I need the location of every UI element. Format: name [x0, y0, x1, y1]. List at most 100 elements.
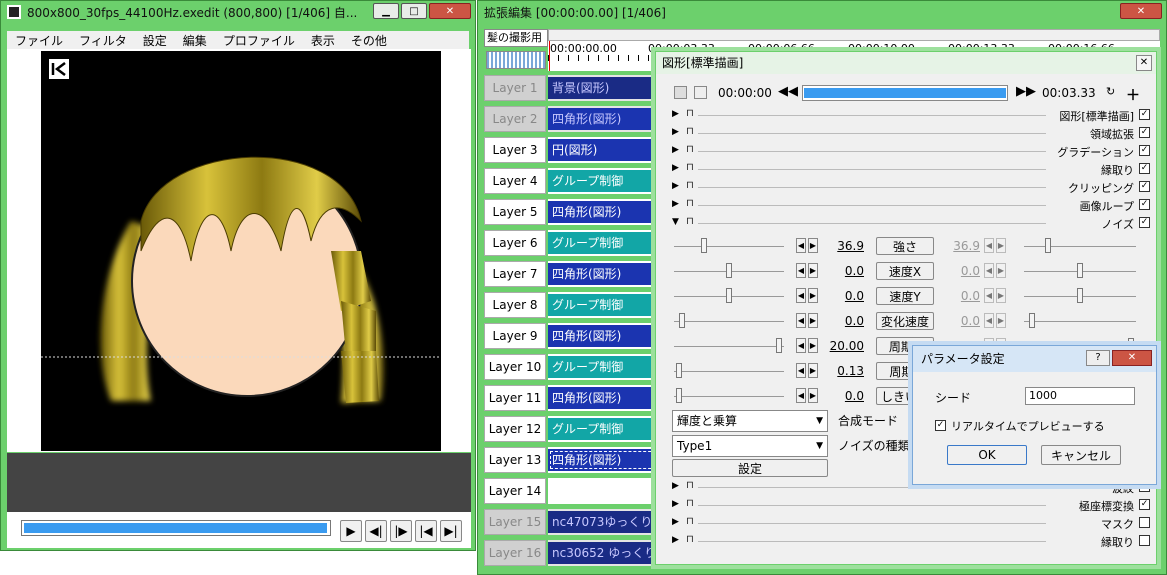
layer-label[interactable]: Layer 13	[484, 447, 546, 473]
layer-label[interactable]: Layer 7	[484, 261, 546, 287]
timeline-hscroll[interactable]	[548, 29, 1160, 41]
filter-enable-checkbox[interactable]: ✓	[1139, 109, 1150, 120]
timeline-clip[interactable]: 四角形(図形)	[548, 201, 658, 223]
param-value-right[interactable]: 36.9	[940, 239, 980, 253]
expand-right-icon[interactable]: ▶	[672, 127, 679, 137]
param-increment-button[interactable]: ▶	[808, 363, 818, 378]
preview-canvas[interactable]	[41, 51, 441, 451]
expand-right-icon[interactable]: ▶	[672, 163, 679, 173]
param-decrement-button-right[interactable]: ◀	[984, 313, 994, 328]
param-increment-button-right[interactable]: ▶	[996, 288, 1006, 303]
settings-titlebar[interactable]: 図形[標準描画] ✕	[656, 52, 1156, 74]
layer-label[interactable]: Layer 8	[484, 292, 546, 318]
go-start-button[interactable]: |◀	[415, 520, 437, 542]
timeline-clip[interactable]: グループ制御	[548, 170, 658, 192]
close-button[interactable]: ✕	[429, 3, 471, 19]
param-value-left[interactable]: 0.0	[824, 389, 864, 403]
expand-right-icon[interactable]: ▶	[672, 181, 679, 191]
param-decrement-button[interactable]: ◀	[796, 263, 806, 278]
timeline-close-button[interactable]: ✕	[1120, 3, 1162, 19]
timeline-clip[interactable]: nc47073ゆっくり	[548, 511, 658, 533]
param-slider-knob-right[interactable]	[1077, 263, 1083, 278]
param-name-button[interactable]: 速度X	[876, 262, 934, 280]
timeline-clip[interactable]: 円(図形)	[548, 139, 658, 161]
param-increment-button-right[interactable]: ▶	[996, 263, 1006, 278]
param-slider-knob-left[interactable]	[676, 363, 683, 378]
timeline-titlebar[interactable]: 拡張編集 [00:00:00.00] [1/406]	[478, 1, 1166, 23]
param-decrement-button[interactable]: ◀	[796, 288, 806, 303]
timeline-clip[interactable]: 四角形(図形)	[548, 387, 658, 409]
mouse-icon[interactable]: ⊓	[686, 480, 694, 491]
layer-label[interactable]: Layer 4	[484, 168, 546, 194]
param-slider-knob-left[interactable]	[679, 313, 686, 328]
expand-right-icon[interactable]: ▶	[672, 199, 679, 209]
filter-enable-checkbox[interactable]: ✓	[1139, 163, 1150, 174]
param-slider-track-left[interactable]	[674, 246, 784, 247]
param-increment-button[interactable]: ▶	[808, 313, 818, 328]
timeline-clip[interactable]: グループ制御	[548, 418, 658, 440]
layer-label[interactable]: Layer 5	[484, 199, 546, 225]
timeline-clip[interactable]: グループ制御	[548, 232, 658, 254]
menu-view[interactable]: 表示	[303, 32, 343, 49]
mouse-icon[interactable]: ⊓	[686, 516, 694, 527]
mouse-icon[interactable]: ⊓	[686, 534, 694, 545]
layer-label[interactable]: Layer 1	[484, 75, 546, 101]
noise-type-select[interactable]: Type1 ▼	[672, 435, 828, 457]
frame-icon-a[interactable]	[674, 86, 687, 99]
layer-label[interactable]: Layer 2	[484, 106, 546, 132]
param-value-left[interactable]: 0.0	[824, 289, 864, 303]
layer-label[interactable]: Layer 15	[484, 509, 546, 535]
param-slider-knob-left[interactable]	[726, 263, 732, 278]
param-slider-knob-right[interactable]	[1077, 288, 1083, 303]
menu-edit[interactable]: 編集	[175, 32, 215, 49]
filter-enable-checkbox[interactable]: ✓	[1139, 499, 1150, 510]
param-increment-button[interactable]: ▶	[808, 238, 818, 253]
param-slider-knob-left[interactable]	[701, 238, 708, 253]
param-increment-button[interactable]: ▶	[808, 288, 818, 303]
filter-enable-checkbox[interactable]: ✓	[1139, 127, 1150, 138]
param-slider-track-left[interactable]	[674, 371, 784, 372]
blend-mode-select[interactable]: 輝度と乗算 ▼	[672, 410, 828, 432]
seed-input[interactable]: 1000	[1025, 387, 1135, 405]
param-slider-knob-left[interactable]	[775, 338, 782, 353]
play-button[interactable]: ▶	[340, 520, 362, 542]
timeline-clip[interactable]: 四角形(図形)	[548, 263, 658, 285]
expand-down-icon[interactable]: ▼	[672, 217, 679, 227]
add-filter-icon[interactable]: ＋	[1126, 85, 1140, 105]
param-value-left[interactable]: 36.9	[824, 239, 864, 253]
settings-close-button[interactable]: ✕	[1136, 55, 1152, 71]
filter-enable-checkbox[interactable]: ✓	[1139, 217, 1150, 228]
param-slider-track-right[interactable]	[1024, 246, 1136, 247]
mouse-icon[interactable]: ⊓	[686, 216, 694, 227]
scene-selector[interactable]: 髪の撮影用	[484, 29, 548, 47]
help-button[interactable]: ?	[1086, 350, 1110, 366]
param-decrement-button[interactable]: ◀	[796, 313, 806, 328]
cancel-button[interactable]: キャンセル	[1041, 445, 1121, 465]
maximize-button[interactable]: □	[401, 3, 427, 19]
param-slider-track-left[interactable]	[674, 346, 784, 347]
timeline-clip[interactable]: グループ制御	[548, 294, 658, 316]
prev-frame-button[interactable]: ◀|	[365, 520, 387, 542]
setting-button[interactable]: 設定	[672, 459, 828, 477]
layer-label[interactable]: Layer 12	[484, 416, 546, 442]
param-increment-button[interactable]: ▶	[808, 338, 818, 353]
param-value-right[interactable]: 0.0	[940, 264, 980, 278]
timeline-clip[interactable]: 背景(図形)	[548, 77, 658, 99]
param-increment-button[interactable]: ▶	[808, 263, 818, 278]
layer-label[interactable]: Layer 6	[484, 230, 546, 256]
go-end-button[interactable]: ▶|	[440, 520, 462, 542]
expand-right-icon[interactable]: ▶	[672, 535, 679, 545]
dialog-close-button[interactable]: ✕	[1112, 350, 1152, 366]
param-decrement-button-right[interactable]: ◀	[984, 263, 994, 278]
expand-right-icon[interactable]: ▶	[672, 109, 679, 119]
mouse-icon[interactable]: ⊓	[686, 126, 694, 137]
timeline-clip[interactable]: 四角形(図形)	[548, 449, 658, 471]
param-name-button[interactable]: 速度Y	[876, 287, 934, 305]
param-slider-knob-right[interactable]	[1045, 238, 1052, 253]
reset-icon[interactable]: ↻	[1106, 85, 1120, 100]
param-name-button[interactable]: 変化速度	[876, 312, 934, 330]
menu-profile[interactable]: プロファイル	[215, 32, 303, 49]
param-value-left[interactable]: 0.0	[824, 264, 864, 278]
param-slider-knob-left[interactable]	[676, 388, 683, 403]
param-decrement-button[interactable]: ◀	[796, 363, 806, 378]
